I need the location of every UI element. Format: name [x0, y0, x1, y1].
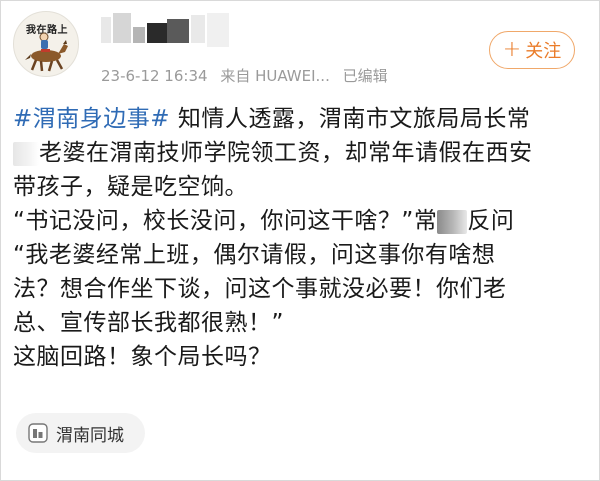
post-text: 法？想合作坐下谈，问这个事就没必要！你们老 [13, 276, 507, 302]
location-chip-label: 渭南同城 [56, 425, 124, 446]
post-content: #渭南身边事# 知情人透露，渭南市文旅局局长常 老婆在渭南技师学院领工资，却常年… [13, 102, 593, 374]
building-icon [28, 423, 48, 443]
post-line-6: 法？想合作坐下谈，问这个事就没必要！你们老 [13, 272, 593, 306]
post-meta: 23-6-12 16:34 来自 HUAWEI... 已编辑 [101, 65, 396, 86]
post-text: 知情人透露，渭南市文旅局局长常 [170, 106, 531, 132]
post-line-8: 这脑回路！象个局长吗？ [13, 340, 593, 374]
redacted-name [437, 209, 468, 234]
post-date: 23-6-12 16:34 [101, 67, 208, 85]
post-text: “书记没问，校长没问，你问这干啥？”常 [13, 208, 438, 234]
location-chip[interactable]: 渭南同城 [16, 413, 145, 453]
plus-icon: + [502, 37, 522, 62]
post-line-5: “我老婆经常上班，偶尔请假，问这事你有啥想 [13, 238, 593, 272]
post-text: 反问 [467, 208, 515, 234]
follow-button[interactable]: + 关注 [489, 31, 575, 69]
post-text: 老婆在渭南技师学院领工资，却常年请假在西安 [39, 140, 533, 166]
post-source[interactable]: 来自 HUAWEI... [220, 67, 330, 85]
author-name-redacted [101, 13, 251, 61]
post-text: 带孩子，疑是吃空饷。 [13, 174, 248, 200]
post-line-7: 总、宣传部长我都很熟！” [13, 306, 593, 340]
post-text: 这脑回路！象个局长吗？ [13, 344, 272, 370]
horse-rider-icon [25, 32, 68, 72]
post-line-1: #渭南身边事# 知情人透露，渭南市文旅局局长常 [13, 102, 593, 136]
post-text: 总、宣传部长我都很熟！” [13, 310, 284, 336]
hashtag-link[interactable]: #渭南身边事# [13, 106, 170, 132]
edited-label[interactable]: 已编辑 [343, 67, 388, 85]
post-text: “我老婆经常上班，偶尔请假，问这事你有啥想 [13, 242, 496, 268]
post-line-4: “书记没问，校长没问，你问这干啥？”常 反问 [13, 204, 593, 238]
post-line-2: 老婆在渭南技师学院领工资，却常年请假在西安 [13, 136, 593, 170]
redacted-name [13, 141, 39, 166]
post-line-3: 带孩子，疑是吃空饷。 [13, 170, 593, 204]
avatar[interactable]: 我在路上 [13, 11, 79, 77]
follow-button-label: 关注 [525, 41, 562, 62]
post-card: 我在路上 23-6-12 16:34 来自 HUAWEI... 已编辑 + 关注… [0, 0, 600, 481]
